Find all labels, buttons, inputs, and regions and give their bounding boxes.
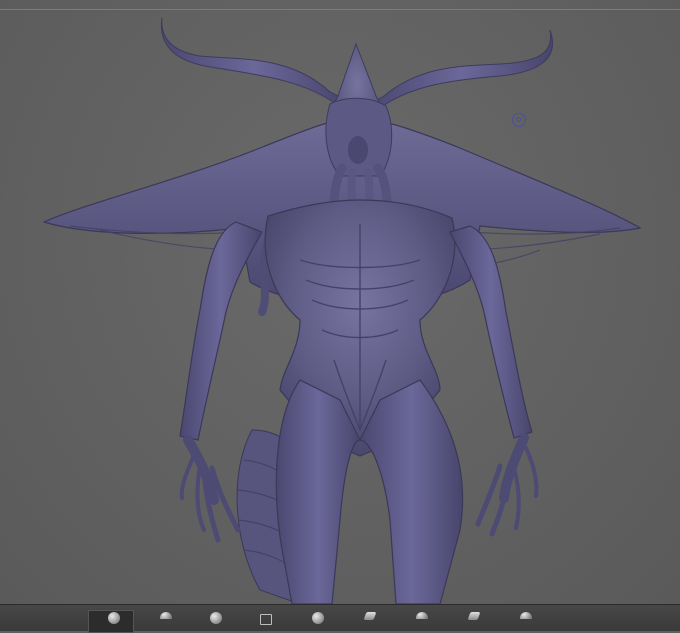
- clay-brush-icon[interactable]: [156, 612, 176, 631]
- pinch-brush-icon[interactable]: [412, 612, 432, 631]
- right-hand: [475, 433, 539, 537]
- left-antenna: [160, 17, 348, 105]
- right-antenna: [368, 29, 553, 109]
- right-leg: [359, 379, 464, 604]
- sculpt-viewport[interactable]: [0, 0, 680, 604]
- bottom-tool-shelf: [0, 604, 680, 633]
- move-brush-icon[interactable]: [308, 612, 328, 631]
- sphere-brush-icon[interactable]: [104, 612, 124, 631]
- transpose-target-icon[interactable]: [512, 113, 526, 127]
- sculpted-creature-model[interactable]: [0, 0, 680, 604]
- dam-standard-icon[interactable]: [464, 612, 484, 631]
- left-hand: [179, 435, 241, 543]
- mask-icon[interactable]: [256, 612, 276, 631]
- smooth-brush-icon[interactable]: [206, 612, 226, 631]
- inflate-brush-icon[interactable]: [360, 612, 380, 631]
- trim-brush-icon[interactable]: [516, 612, 536, 631]
- left-leg: [275, 379, 361, 604]
- left-arm: [179, 221, 263, 441]
